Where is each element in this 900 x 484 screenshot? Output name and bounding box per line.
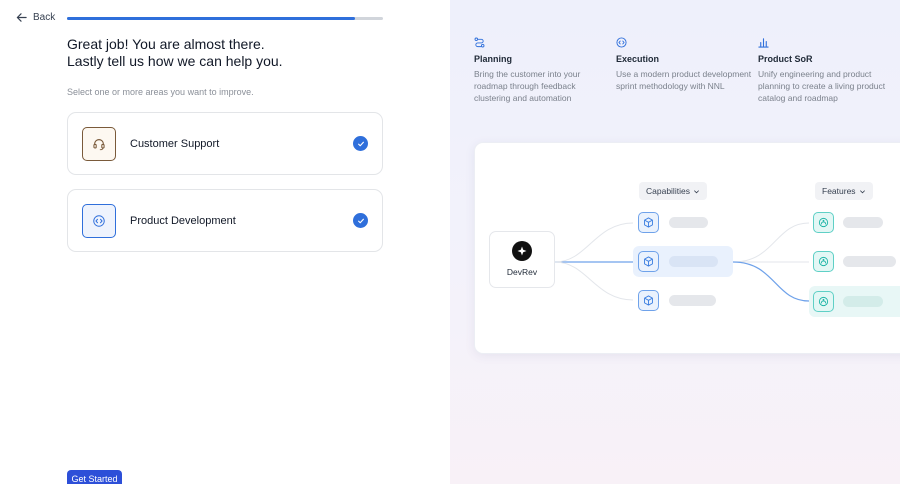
feature-product-sor: Product SoR Unify engineering and produc… [758, 37, 894, 104]
placeholder-bar [843, 256, 896, 267]
back-label: Back [33, 12, 56, 23]
product-overview-panel: Planning Bring the customer into your ro… [450, 0, 900, 484]
diagram-card: Capabilities Features DevRev [474, 142, 900, 354]
cube-icon [638, 290, 659, 311]
devrev-root-node: DevRev [489, 231, 555, 288]
feature-description: Unify engineering and product planning t… [758, 69, 886, 103]
feature-title: Execution [616, 54, 660, 64]
option-product-development[interactable]: Product Development [67, 189, 383, 252]
headset-icon [82, 126, 116, 161]
features-dropdown[interactable]: Features [815, 182, 873, 200]
option-label: Customer Support [130, 137, 220, 150]
progress-fill [67, 17, 355, 20]
title-line-1: Great job! You are almost there. [67, 36, 265, 52]
option-customer-support[interactable]: Customer Support [67, 112, 383, 175]
feature-description: Use a modern product development sprint … [616, 69, 752, 91]
back-button[interactable]: Back [16, 12, 55, 23]
checkmark-icon [353, 136, 368, 151]
feature-execution: Execution Use a modern product developme… [616, 37, 752, 92]
capabilities-dropdown[interactable]: Capabilities [639, 182, 707, 200]
feature-node-icon [813, 251, 834, 272]
chevron-down-icon [859, 189, 865, 193]
chevron-down-icon [693, 189, 699, 193]
dropdown-label: Features [822, 186, 856, 196]
feature-node-icon [813, 291, 834, 312]
placeholder-bar [669, 295, 716, 306]
root-label: DevRev [506, 267, 538, 277]
cube-icon [638, 251, 659, 272]
get-started-button[interactable]: Get Started [67, 470, 122, 484]
page-title: Great job! You are almost there. Lastly … [67, 36, 407, 70]
title-line-2: Lastly tell us how we can help you. [67, 53, 283, 69]
placeholder-bar [669, 217, 708, 228]
feature-title: Planning [474, 54, 512, 64]
placeholder-bar [843, 217, 883, 228]
feature-title: Product SoR [758, 54, 813, 64]
route-icon [474, 37, 485, 48]
checkmark-icon [353, 213, 368, 228]
cube-icon [638, 212, 659, 233]
arrow-left-icon [16, 13, 27, 22]
onboarding-form: Back Great job! You are almost there. La… [0, 0, 450, 484]
feature-node-icon [813, 212, 834, 233]
option-label: Product Development [130, 214, 236, 227]
progress-bar [67, 17, 383, 20]
code-icon [616, 37, 627, 48]
devrev-logo-icon [512, 241, 532, 261]
dropdown-label: Capabilities [646, 186, 690, 196]
feature-description: Bring the customer into your roadmap thr… [474, 69, 581, 103]
feature-planning: Planning Bring the customer into your ro… [474, 37, 610, 104]
placeholder-bar [669, 256, 718, 267]
bar-chart-icon [758, 38, 769, 48]
placeholder-bar [843, 296, 883, 307]
instructions-text: Select one or more areas you want to imp… [67, 87, 254, 97]
code-icon [82, 203, 116, 238]
